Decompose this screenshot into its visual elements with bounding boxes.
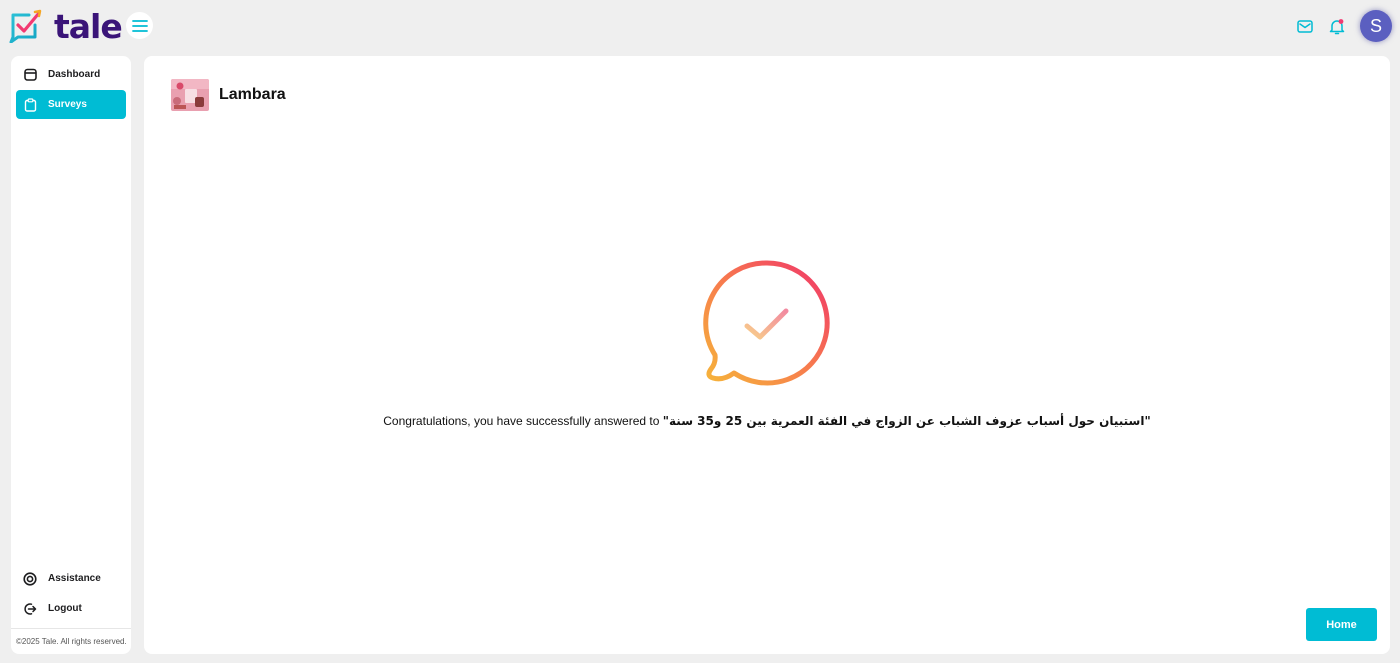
- success-message-text: Congratulations, you have successfully a…: [383, 414, 663, 428]
- user-avatar[interactable]: S: [1360, 10, 1392, 42]
- top-bar: tale S: [0, 0, 1400, 52]
- sidebar-item-label: Assistance: [48, 573, 101, 584]
- bell-icon: [1329, 18, 1345, 34]
- brand-thumbnail: [171, 79, 209, 111]
- brand-name: Lambara: [219, 86, 286, 103]
- mail-icon: [1297, 19, 1313, 33]
- header-actions: S: [1294, 10, 1392, 42]
- lifebuoy-icon: [23, 571, 37, 586]
- survey-title: "استبيان حول أسباب عزوف الشباب عن الزواج…: [662, 414, 1151, 428]
- tale-logo[interactable]: tale: [9, 6, 123, 46]
- notifications-button[interactable]: [1326, 15, 1348, 37]
- sidebar-item-logout[interactable]: Logout: [16, 594, 126, 623]
- hamburger-menu-icon: [131, 19, 148, 32]
- sidebar-item-dashboard[interactable]: Dashboard: [16, 60, 126, 89]
- sidebar-item-label: Logout: [48, 603, 82, 614]
- home-button[interactable]: Home: [1306, 608, 1377, 641]
- chat-bubble-checkmark-icon: [703, 260, 830, 386]
- logo-text: tale: [54, 6, 123, 46]
- sidebar-divider: [11, 628, 131, 629]
- sidebar: Dashboard Surveys Assistance Logout ©202…: [11, 56, 131, 654]
- messages-button[interactable]: [1294, 15, 1316, 37]
- sidebar-item-assistance[interactable]: Assistance: [16, 564, 126, 593]
- success-graphic: [701, 257, 834, 389]
- menu-toggle-button[interactable]: [126, 12, 153, 39]
- sidebar-item-label: Surveys: [48, 99, 87, 110]
- sidebar-item-label: Dashboard: [48, 69, 101, 80]
- success-message: Congratulations, you have successfully a…: [144, 414, 1390, 428]
- clipboard-icon: [23, 97, 37, 112]
- copyright-text: ©2025 Tale. All rights reserved.: [16, 637, 127, 646]
- logout-icon: [23, 602, 37, 616]
- tale-logo-icon: [9, 9, 42, 43]
- calendar-icon: [23, 68, 37, 82]
- main-content: Lambara Congratulations, you have succes…: [144, 56, 1390, 654]
- sidebar-item-surveys[interactable]: Surveys: [16, 90, 126, 119]
